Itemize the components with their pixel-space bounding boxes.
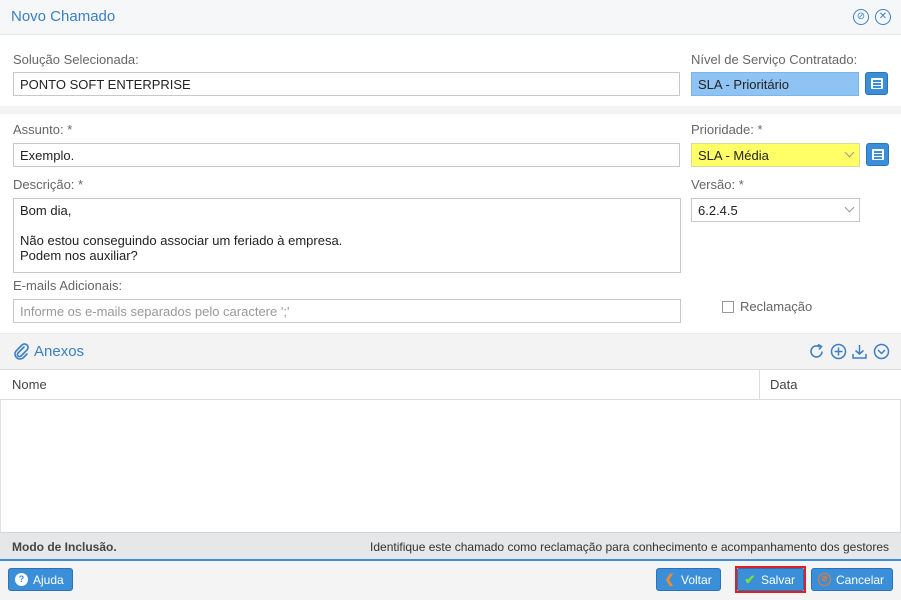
prioridade-label: Prioridade: * [691,122,763,137]
anexos-header [0,333,901,369]
anexos-grid-header [0,369,901,400]
descricao-textarea[interactable] [13,198,681,273]
prioridade-select[interactable]: SLA - Média [691,143,860,167]
versao-value: 6.2.4.5 [698,203,738,218]
settings-circle-icon[interactable]: ⊘ [853,9,869,25]
cancel-label: Cancelar [836,572,885,587]
anexos-title: Anexos [34,343,85,360]
section-separator [0,106,901,114]
solucao-field[interactable]: PONTO SOFT ENTERPRISE [13,72,680,96]
reclamacao-checkbox[interactable] [722,301,734,313]
column-header-data[interactable]: Data [770,377,797,392]
anexos-grid-body [0,400,901,532]
cancel-icon: ⊘ [818,573,831,586]
column-header-nome[interactable]: Nome [12,377,47,392]
mode-label: Modo de Inclusão. [12,540,117,554]
window-title: Novo Chamado [11,8,116,25]
column-divider[interactable] [759,370,760,400]
assunto-label: Assunto: * [13,122,73,137]
emails-input[interactable]: Informe os e-mails separados pelo caract… [13,299,681,323]
list-icon [872,149,884,160]
list-icon [871,78,883,89]
prioridade-value: SLA - Média [698,148,769,163]
versao-select[interactable]: 6.2.4.5 [691,198,860,222]
add-icon[interactable] [830,343,847,360]
save-button[interactable]: ✔ Salvar [737,568,804,591]
nivel-label: Nível de Serviço Contratado: [691,52,858,67]
reclamacao-label[interactable]: Reclamação [740,299,812,314]
nivel-field[interactable]: SLA - Prioritário [691,72,859,96]
solucao-label: Solução Selecionada: [13,52,139,67]
check-icon: ✔ [744,572,756,587]
collapse-icon[interactable] [873,343,890,360]
back-button[interactable]: ❮ Voltar [656,568,721,591]
back-label: Voltar [681,572,712,587]
download-icon[interactable] [851,343,868,360]
nivel-list-button[interactable] [865,72,888,95]
assunto-input[interactable]: Exemplo. [13,143,680,167]
refresh-icon[interactable] [808,343,825,360]
help-icon: ? [15,573,28,586]
back-arrow-icon: ❮ [664,572,675,586]
descricao-label: Descrição: * [13,177,84,192]
help-label: Ajuda [33,572,64,587]
chevron-down-icon [844,147,855,158]
versao-label: Versão: * [691,177,744,192]
save-label: Salvar [760,572,795,587]
emails-placeholder: Informe os e-mails separados pelo caract… [20,304,290,319]
save-button-outline: ✔ Salvar [735,566,806,593]
prioridade-list-button[interactable] [866,143,889,166]
status-hint: Identifique este chamado como reclamação… [370,540,889,554]
emails-label: E-mails Adicionais: [13,278,123,293]
help-button[interactable]: ? Ajuda [8,568,73,591]
cancel-button[interactable]: ⊘ Cancelar [811,568,894,591]
close-circle-icon[interactable]: ✕ [875,9,891,25]
chevron-down-icon [844,202,855,213]
paperclip-icon [14,343,29,360]
window-title-bar [0,0,901,35]
